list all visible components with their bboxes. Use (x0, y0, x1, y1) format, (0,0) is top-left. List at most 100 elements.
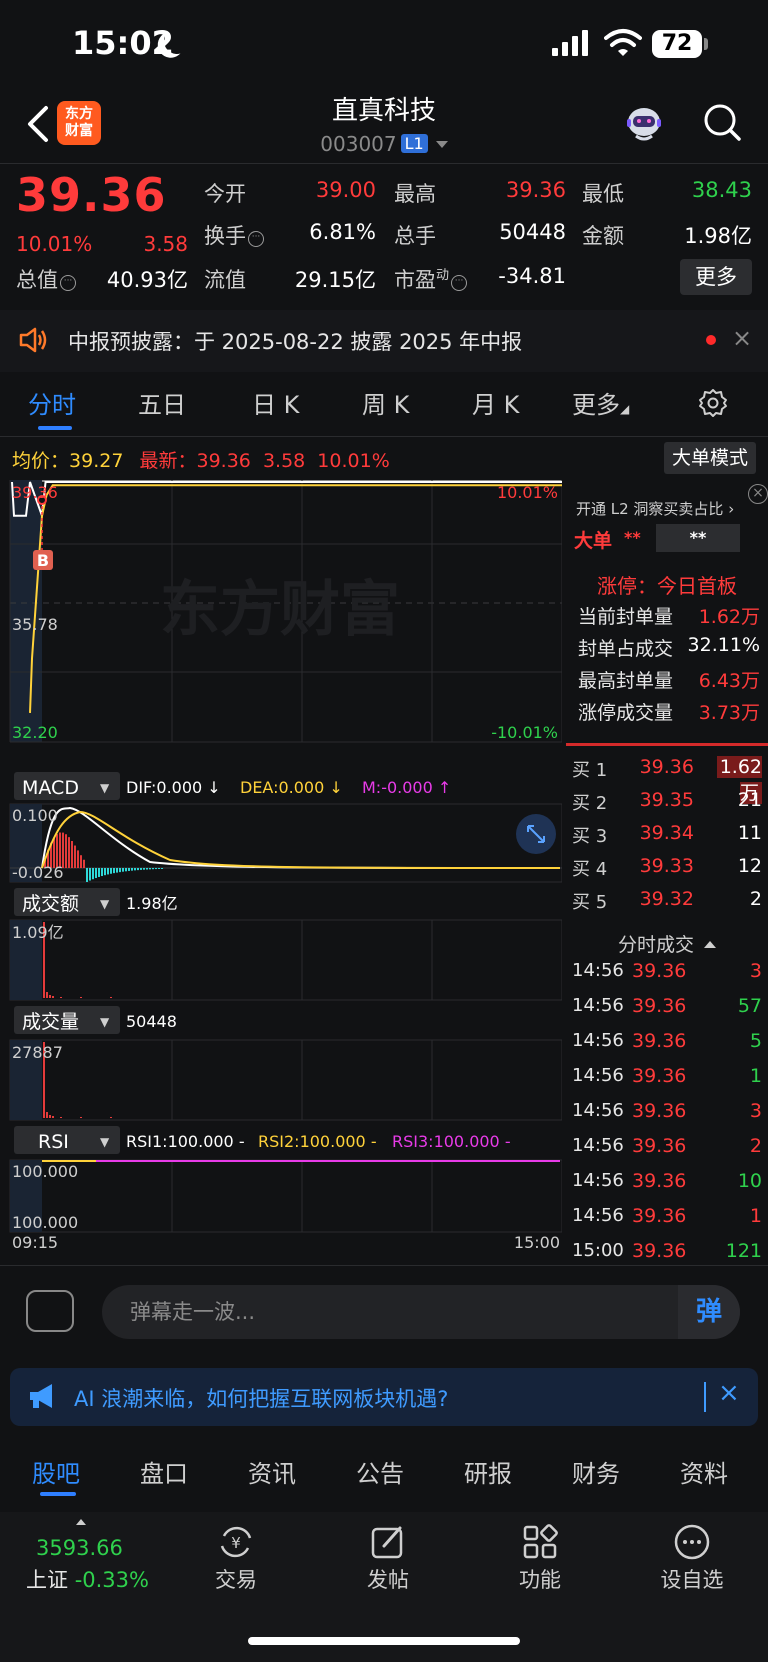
tab-more[interactable]: 更多◢ (572, 385, 629, 420)
chart-bar (80, 1117, 82, 1118)
nav-watchlist[interactable]: 设自选 (642, 1564, 742, 1594)
limit-stat-value: 6.43万 (698, 670, 760, 692)
trade-icon[interactable]: ¥ (216, 1522, 256, 1562)
macd-bar (107, 868, 109, 875)
bid-volume: 2 (700, 888, 762, 910)
macd-bar (71, 841, 73, 868)
tick-price: 39.36 (632, 995, 687, 1017)
current-price: 39.36 (16, 168, 167, 222)
info-icon: ··· (248, 231, 264, 247)
turnover-label[interactable]: 换手 ··· (204, 220, 264, 250)
bid-volume-text: 21 (737, 789, 762, 811)
macd-bar (113, 868, 115, 874)
tab-daily-k[interactable]: 日 K (252, 385, 299, 420)
macd-bar (83, 859, 85, 868)
turnover-label-text: 换手 (204, 224, 246, 248)
nav-post[interactable]: 发帖 (338, 1564, 438, 1594)
y-mid-label: 35.78 (12, 615, 58, 634)
amount-selector-label: 成交额 (22, 893, 79, 915)
tab-profile[interactable]: 资料 (680, 1454, 728, 1489)
tab-finance[interactable]: 财务 (572, 1454, 620, 1489)
intraday-chart[interactable]: 东方财富 B 39.36 35.78 32.20 10.01% -10.01% … (0, 480, 562, 1250)
macd-bar (74, 845, 76, 868)
chevron-up-icon (704, 941, 716, 948)
tick-price: 39.36 (632, 960, 687, 982)
ticks-title[interactable]: 分时成交 (566, 930, 768, 957)
macd-bar (125, 868, 127, 872)
watchlist-icon[interactable] (672, 1522, 712, 1562)
divider (0, 163, 768, 164)
tab-announcements[interactable]: 公告 (356, 1454, 404, 1489)
battery-tip (704, 38, 708, 50)
tick-time: 14:56 (572, 960, 624, 981)
nav-trade[interactable]: 交易 (186, 1564, 286, 1594)
nav-functions[interactable]: 功能 (490, 1564, 590, 1594)
pe-label[interactable]: 市盈动 ··· (394, 264, 468, 294)
bid-volume-text: 2 (749, 888, 762, 910)
search-icon[interactable] (702, 102, 742, 142)
last-change: 3.58 (262, 450, 306, 472)
comment-list-icon[interactable] (26, 1290, 74, 1332)
last-label: 最新： (139, 450, 197, 472)
avg-value: 39.27 (69, 450, 124, 472)
limit-stat-label: 最高封单量 (578, 670, 674, 692)
macd-y-top: 0.100 (12, 806, 58, 825)
chevron-up-icon[interactable] (76, 1519, 86, 1525)
price-panel: 东方财富 B 39.36 35.78 32.20 10.01% -10.01% (9, 480, 562, 743)
y-bottom-label: 32.20 (12, 723, 58, 742)
chart-bar (80, 997, 82, 998)
tab-five-day[interactable]: 五日 (138, 385, 186, 420)
tab-weekly-k[interactable]: 周 K (362, 385, 409, 420)
big-order-mode-button[interactable]: 大单模式 (664, 442, 756, 474)
tab-intraday[interactable]: 分时 (28, 385, 76, 420)
tick-price: 39.36 (632, 1100, 687, 1122)
robot-assistant-icon[interactable] (622, 100, 666, 144)
post-icon[interactable] (368, 1522, 408, 1562)
l2-promo-link[interactable]: 开通 L2 洞察买卖占比 › (576, 498, 734, 519)
tick-price: 39.36 (632, 1240, 687, 1262)
ai-banner-text: AI 浪潮来临，如何把握互联网板块机遇? (74, 1387, 449, 1411)
tick-volume: 3 (749, 1100, 762, 1122)
tab-news[interactable]: 资讯 (248, 1454, 296, 1489)
index-ticker[interactable]: 上证 -0.33% (26, 1564, 149, 1594)
tab-monthly-k[interactable]: 月 K (472, 385, 519, 420)
close-icon[interactable]: × (718, 1378, 740, 1408)
macd-bar (77, 850, 79, 868)
tab-pankou[interactable]: 盘口 (140, 1454, 188, 1489)
tick-volume: 57 (737, 995, 762, 1017)
danmaku-button[interactable]: 弹 (678, 1285, 740, 1339)
chart-bar (46, 1112, 48, 1118)
tab-guba[interactable]: 股吧 (32, 1454, 80, 1489)
level-badge: L1 (400, 134, 428, 153)
more-button[interactable]: 更多 (680, 259, 752, 295)
turnover-value: 6.81% (309, 220, 376, 244)
close-icon[interactable]: × (732, 324, 752, 352)
tab-research[interactable]: 研报 (464, 1454, 512, 1489)
gear-icon[interactable] (698, 388, 728, 418)
macd-bar (80, 855, 82, 868)
megaphone-icon (30, 1384, 52, 1408)
high-label: 最高 (394, 182, 436, 206)
tick-volume: 1 (749, 1205, 762, 1227)
macd-bar (149, 868, 151, 870)
index-value[interactable]: 3593.66 (36, 1536, 123, 1560)
tick-volume: 3 (749, 960, 762, 982)
y-bottom-pct-label: -10.01% (491, 723, 558, 742)
bid-volume: 12 (700, 855, 762, 877)
bid-price: 39.33 (639, 855, 694, 877)
macd-header: MACD ▼ DIF:0.000 ↓ DEA:0.000 ↓ M:-0.000 … (14, 772, 451, 800)
amount-frame (9, 919, 562, 1001)
macd-dif-line (41, 806, 561, 869)
macd-bar (137, 868, 139, 871)
tick-time: 14:56 (572, 1170, 624, 1191)
volume-y-top: 27887 (12, 1043, 63, 1062)
svg-text:¥: ¥ (231, 1534, 241, 1552)
tick-price: 39.36 (632, 1030, 687, 1052)
macd-bar (86, 868, 88, 882)
amount-y-top: 1.09亿 (12, 923, 64, 942)
functions-icon[interactable] (520, 1522, 560, 1562)
close-icon[interactable]: × (748, 484, 768, 504)
bid-price: 39.36 (639, 756, 694, 778)
mktcap-label[interactable]: 总值 ··· (16, 264, 76, 294)
amount-value: 1.98亿 (684, 224, 752, 248)
